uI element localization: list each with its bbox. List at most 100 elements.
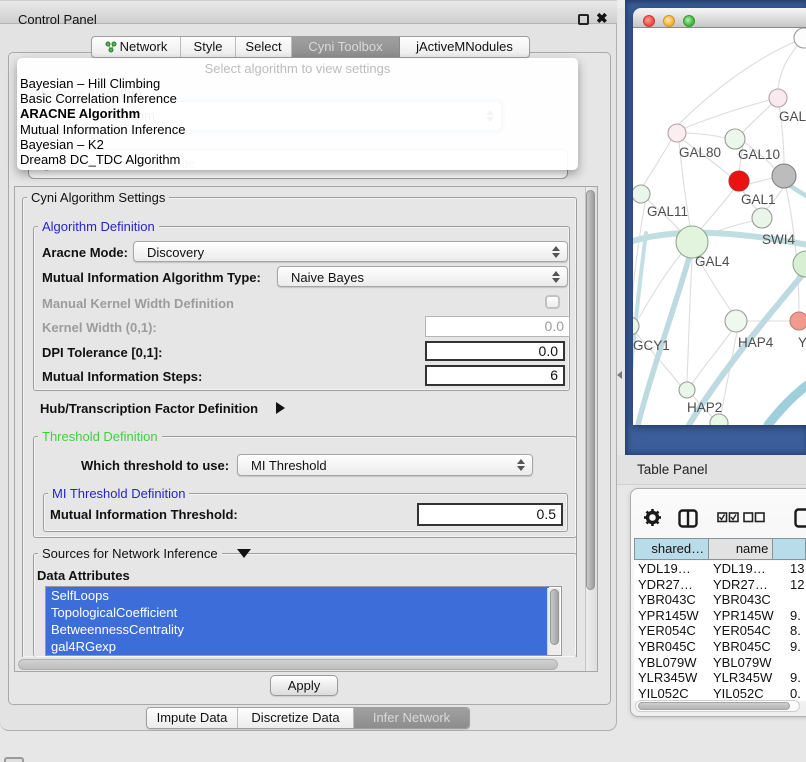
apply-button[interactable]: Apply xyxy=(270,675,338,696)
table-cell[interactable]: YIL052C xyxy=(709,686,774,702)
table-row[interactable]: YDL19…YDL19…13 xyxy=(634,561,806,577)
list-item[interactable]: gal4RGexp xyxy=(46,638,549,655)
list-scrollbar-thumb[interactable] xyxy=(550,589,559,645)
column-header-partial[interactable] xyxy=(772,538,806,560)
node-label: GAL10 xyxy=(738,147,780,162)
table-row[interactable]: YLR345WYLR345W9. xyxy=(634,670,806,686)
table-cell[interactable]: YLR345W xyxy=(709,670,774,686)
table-cell[interactable]: YBL079W xyxy=(634,655,709,671)
unchecked-boxes-icon[interactable] xyxy=(743,512,765,523)
resize-grip[interactable] xyxy=(4,757,24,762)
split-view-icon[interactable] xyxy=(678,509,698,528)
table-row[interactable]: YBL079WYBL079W xyxy=(634,655,806,671)
table-hscrollbar-track[interactable] xyxy=(635,700,800,712)
network-graph: GAL GAL80 GAL10 GAL1 GAL11 SWI4 GAL4 GCY… xyxy=(633,28,806,425)
table-row[interactable]: YBR045CYBR045C9. xyxy=(634,639,806,655)
stepper-icon xyxy=(517,459,525,471)
popup-item[interactable]: Basic Correlation Inference xyxy=(20,91,177,106)
collapse-down-icon[interactable] xyxy=(237,549,251,558)
table-cell[interactable]: YDR27… xyxy=(634,577,709,593)
tab-infer-network[interactable]: Infer Network xyxy=(354,708,469,728)
table-cell[interactable]: 9. xyxy=(774,608,806,624)
table-cell[interactable]: YPR145W xyxy=(634,608,709,624)
settings-hscrollbar-thumb[interactable] xyxy=(18,659,558,670)
document-icon[interactable] xyxy=(794,508,806,528)
dpi-tolerance-input[interactable]: 0.0 xyxy=(425,341,565,361)
table-cell[interactable]: YIL052C xyxy=(634,686,709,702)
table-cell[interactable]: 13 xyxy=(774,561,806,577)
tab-impute-data[interactable]: Impute Data xyxy=(147,708,238,728)
table-cell[interactable]: YPR145W xyxy=(709,608,774,624)
stepper-icon xyxy=(552,271,560,283)
table-row[interactable]: YDR27…YDR27…12 xyxy=(634,577,806,593)
mi-type-combo[interactable]: Naive Bayes xyxy=(277,266,568,287)
tab-jactivemnodules[interactable]: jActiveMNodules xyxy=(400,37,529,57)
checked-boxes-icon[interactable] xyxy=(717,512,739,523)
table-cell[interactable] xyxy=(774,592,806,608)
zoom-traffic-light[interactable] xyxy=(683,15,695,27)
float-window-icon[interactable] xyxy=(578,14,589,25)
popup-item[interactable]: Bayesian – Hill Climbing xyxy=(20,76,160,91)
table-rows: YDL19…YDL19…13YDR27…YDR27…12YBR043CYBR04… xyxy=(634,561,806,701)
which-threshold-combo[interactable]: MI Threshold xyxy=(237,454,533,476)
node-label: HAP4 xyxy=(738,335,774,350)
close-traffic-light[interactable] xyxy=(643,15,655,27)
table-row[interactable]: YER054CYER054C8. xyxy=(634,623,806,639)
popup-item[interactable]: Mutual Information Inference xyxy=(20,122,185,137)
popup-item[interactable]: Dream8 DC_TDC Algorithm xyxy=(20,152,180,167)
table-cell[interactable]: YER054C xyxy=(709,623,774,639)
table-row[interactable]: YBR043CYBR043C xyxy=(634,592,806,608)
algorithm-dropdown-popup: Select algorithm to view settings Bayesi… xyxy=(17,58,578,170)
settings-vscrollbar-thumb[interactable] xyxy=(586,190,595,590)
gear-icon[interactable] xyxy=(644,509,661,526)
list-item[interactable]: SelfLoops xyxy=(46,587,549,604)
panel-divider-arrow-icon[interactable] xyxy=(617,371,622,379)
table-cell[interactable]: YBR043C xyxy=(634,592,709,608)
table-hscrollbar-thumb[interactable] xyxy=(638,702,790,710)
table-cell[interactable]: YDR27… xyxy=(709,577,774,593)
table-cell[interactable]: YBL079W xyxy=(709,655,774,671)
list-item[interactable]: BetweennessCentrality xyxy=(46,621,549,638)
kernel-width-input[interactable]: 0.0 xyxy=(425,316,570,337)
table-header: shared… name xyxy=(634,538,806,560)
table-cell[interactable]: YBR045C xyxy=(634,639,709,655)
table-cell[interactable]: 0. xyxy=(774,686,806,702)
table-cell[interactable]: YDL19… xyxy=(634,561,709,577)
bottom-tabs: Impute Data Discretize Data Infer Networ… xyxy=(146,707,470,729)
table-cell[interactable]: 9. xyxy=(774,639,806,655)
table-cell[interactable] xyxy=(774,655,806,671)
expand-right-icon[interactable] xyxy=(276,402,285,414)
node-label: GAL xyxy=(779,109,806,124)
table-cell[interactable]: YER054C xyxy=(634,623,709,639)
tab-style[interactable]: Style xyxy=(181,37,236,57)
popup-item[interactable]: Bayesian – K2 xyxy=(20,137,104,152)
table-cell[interactable]: 12 xyxy=(774,577,806,593)
tab-network[interactable]: Network xyxy=(92,37,181,57)
network-window-titlebar xyxy=(633,8,806,28)
table-row[interactable]: YIL052CYIL052C0. xyxy=(634,686,806,702)
tab-discretize-data[interactable]: Discretize Data xyxy=(238,708,354,728)
network-canvas[interactable]: GAL GAL80 GAL10 GAL1 GAL11 SWI4 GAL4 GCY… xyxy=(633,28,806,425)
table-cell[interactable]: 8. xyxy=(774,623,806,639)
aracne-mode-combo[interactable]: Discovery xyxy=(133,241,568,262)
hub-definition-label[interactable]: Hub/Transcription Factor Definition xyxy=(40,401,258,416)
mi-steps-input[interactable]: 6 xyxy=(425,365,565,386)
table-cell[interactable]: 9. xyxy=(774,670,806,686)
data-attributes-list[interactable]: SelfLoops TopologicalCoefficient Between… xyxy=(45,586,562,656)
list-item[interactable]: TopologicalCoefficient xyxy=(46,604,549,621)
tab-cyni-toolbox[interactable]: Cyni Toolbox xyxy=(292,37,400,57)
column-header-name[interactable]: name xyxy=(708,538,772,560)
minimize-traffic-light[interactable] xyxy=(663,15,675,27)
popup-item-selected[interactable]: ARACNE Algorithm xyxy=(20,106,140,121)
manual-kernel-checkbox[interactable] xyxy=(545,295,560,309)
close-icon[interactable]: ✖ xyxy=(596,10,608,27)
mi-threshold-input[interactable]: 0.5 xyxy=(417,503,563,526)
table-cell[interactable]: YLR345W xyxy=(634,670,709,686)
table-cell[interactable]: YDL19… xyxy=(709,561,774,577)
table-cell[interactable]: YBR045C xyxy=(709,639,774,655)
popup-placeholder: Select algorithm to view settings xyxy=(17,61,578,76)
table-row[interactable]: YPR145WYPR145W9. xyxy=(634,608,806,624)
table-cell[interactable]: YBR043C xyxy=(709,592,774,608)
tab-select[interactable]: Select xyxy=(236,37,292,57)
column-header-shared-name[interactable]: shared… xyxy=(634,538,708,560)
